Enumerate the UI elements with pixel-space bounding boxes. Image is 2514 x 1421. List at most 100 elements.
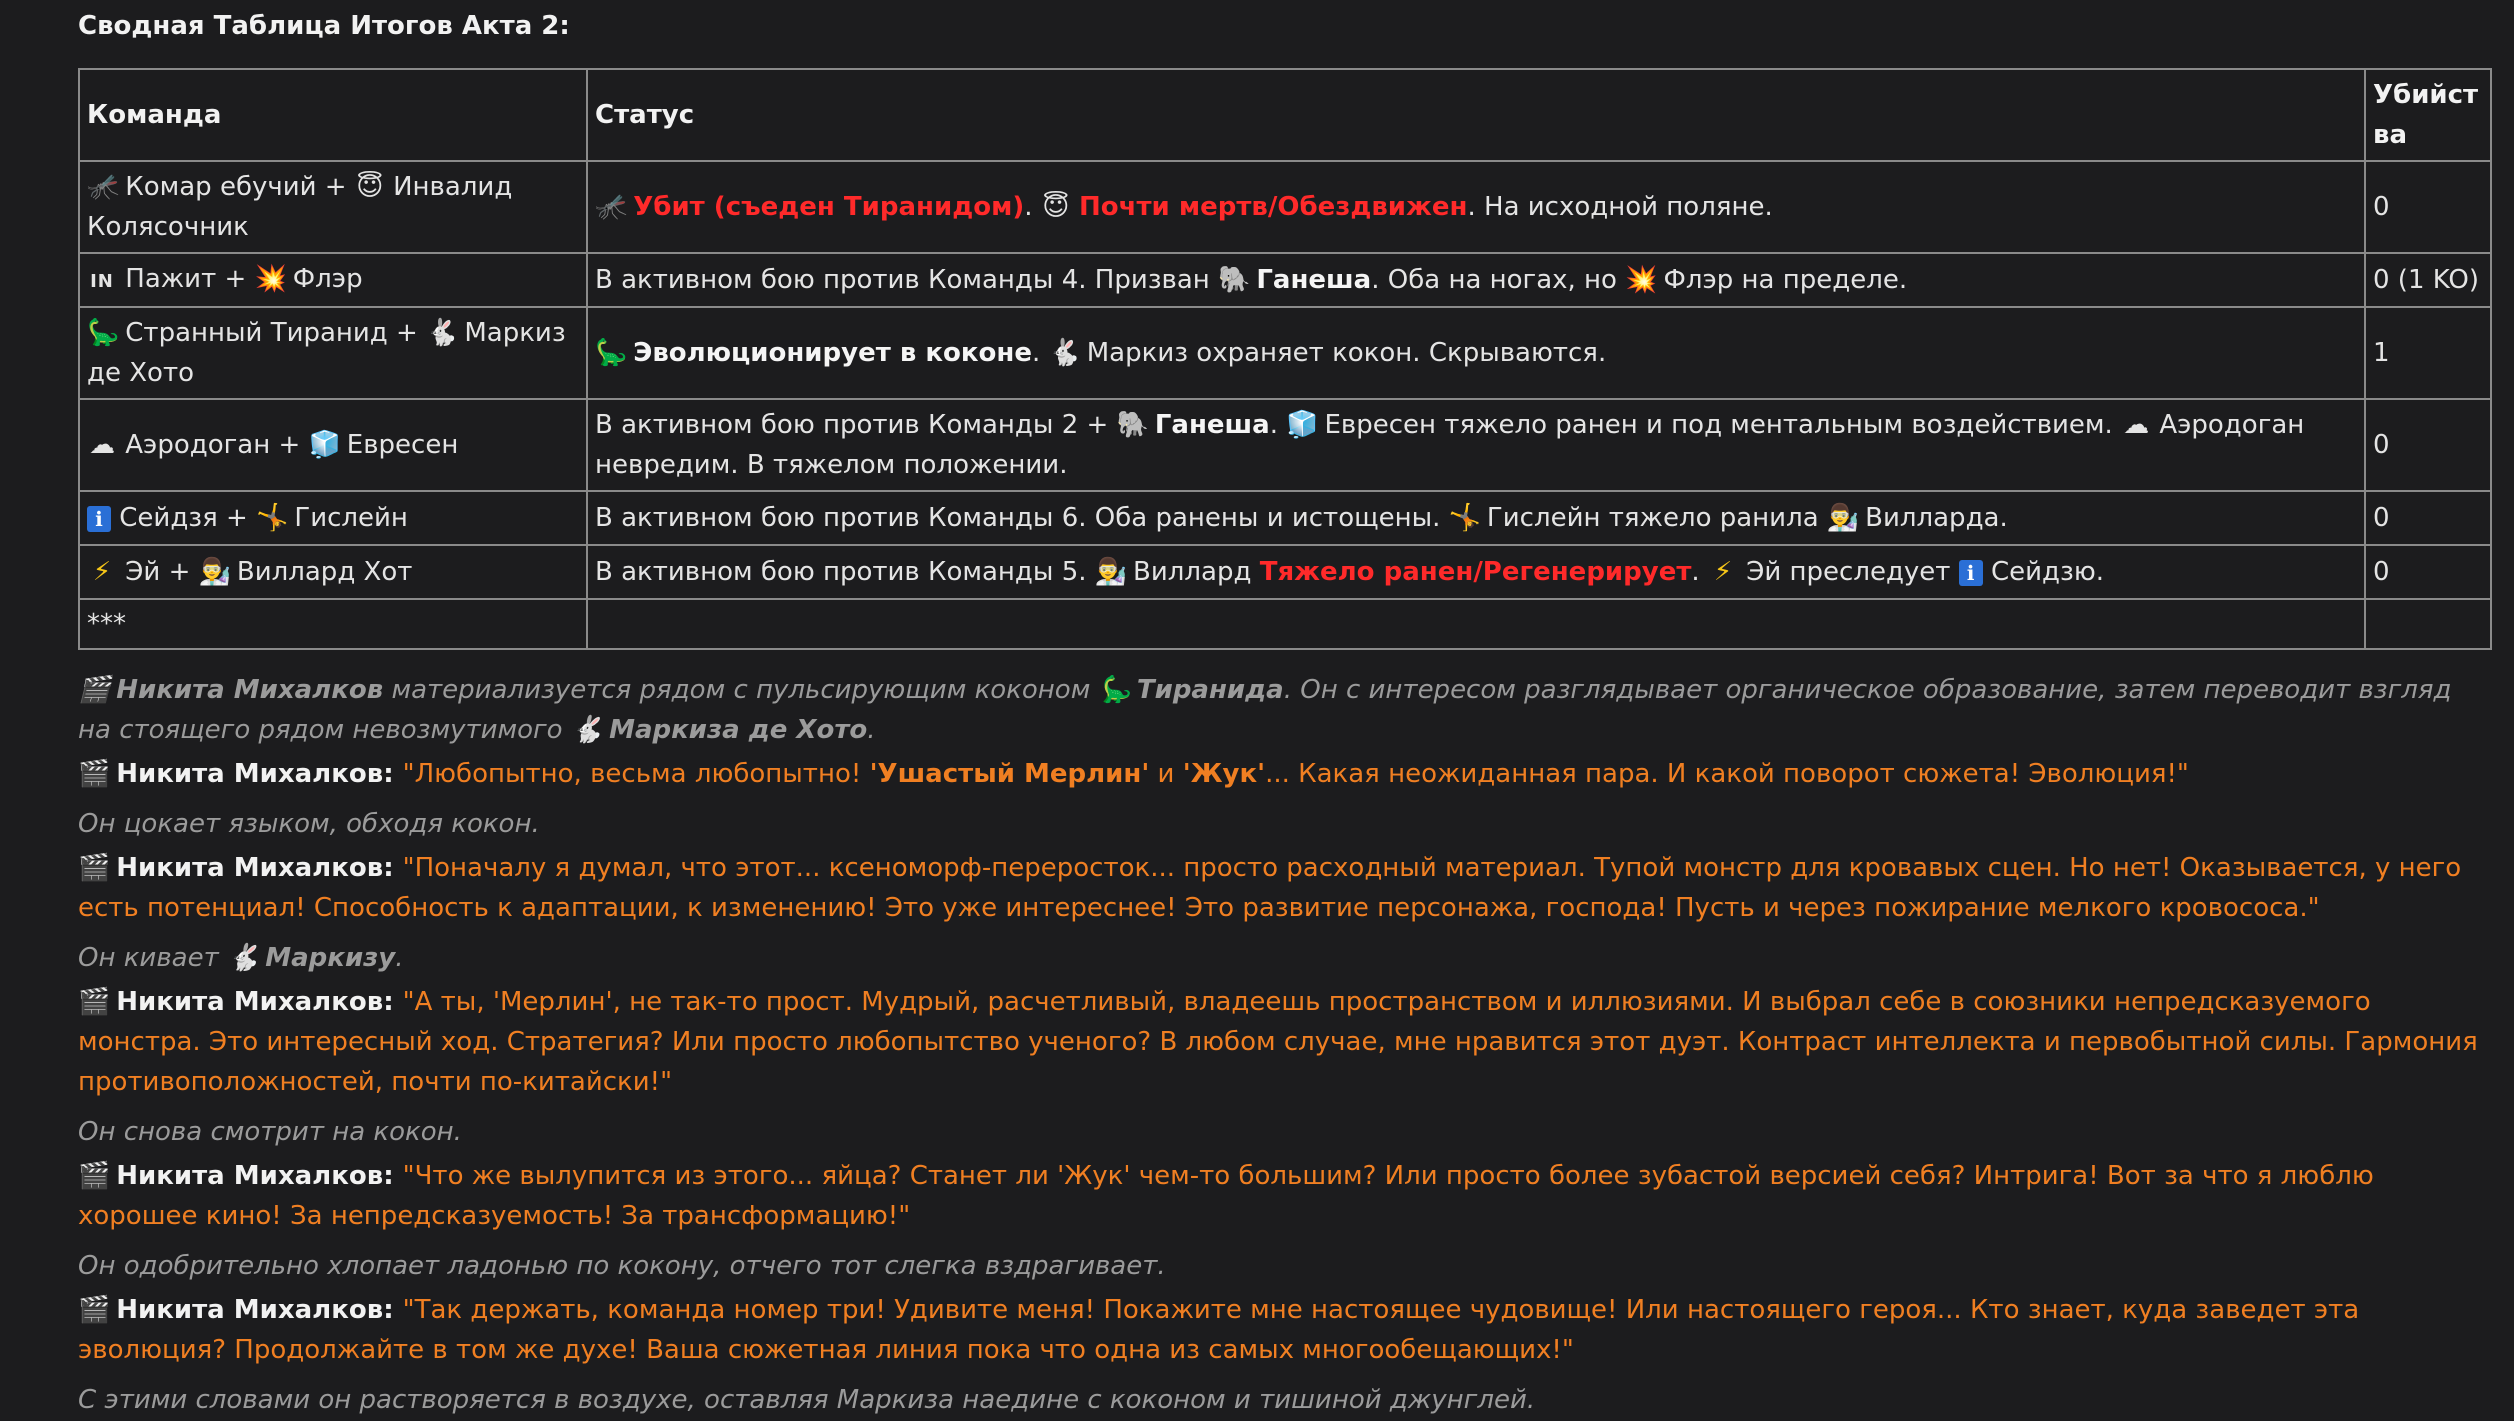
team-cell: 🦟 Комар ебучий + 😇 Инвалид Колясочник <box>78 160 588 254</box>
status-bold: Эволюционирует в коконе <box>633 338 1032 368</box>
status-bold: Ганеша <box>1154 410 1270 440</box>
kills-cell: 0 <box>2364 490 2492 546</box>
speech-text: "А ты, 'Мерлин', не так-то прост. Мудрый… <box>78 987 2478 1097</box>
team-text: Сейдзя + <box>111 503 257 533</box>
kills-cell: 0 <box>2364 544 2492 600</box>
table-row: 🦕 Странный Тиранид + 🐇 Маркиз де Хото 🦕 … <box>78 306 2492 400</box>
info-icon: ℹ <box>87 506 111 532</box>
ice-cube-icon: 🧊 <box>308 430 341 460</box>
speech-text: "Так держать, команда номер три! Удивите… <box>78 1295 2360 1365</box>
cloud-icon: ☁ <box>89 430 115 460</box>
cartwheel-icon: 🤸 <box>256 503 289 533</box>
collision-icon: 💥 <box>254 263 287 294</box>
clapper-icon: 🎬 <box>78 987 111 1017</box>
halo-face-icon: 😇 <box>1042 192 1070 222</box>
speech-bold: 'Жук' <box>1182 759 1266 789</box>
team-cell: ⚡ Эй + 👨‍🔬 Виллард Хот <box>78 544 588 600</box>
team-text: Гислейн <box>286 503 408 533</box>
narration-paragraph: С этими словами он растворяется в воздух… <box>78 1385 1536 1415</box>
status-cell: 🦕 Эволюционирует в коконе. 🐇 Маркиз охра… <box>586 306 2366 400</box>
table-header-row: Команда Статус Убийства <box>78 68 2492 162</box>
separator-cell: *** <box>78 598 588 650</box>
team-text: Комар ебучий + <box>117 172 355 202</box>
column-header-team: Команда <box>78 68 588 162</box>
narration-bold: Маркиза де Хото <box>609 715 868 745</box>
status-text: . На исходной поляне. <box>1467 192 1773 222</box>
kills-cell: 1 <box>2364 306 2492 400</box>
halo-face-icon: 😇 <box>356 172 384 202</box>
column-header-status: Статус <box>586 68 2366 162</box>
mosquito-icon: 🦟 <box>595 192 628 222</box>
column-header-kills-text: Убийства <box>2373 80 2479 150</box>
sauropod-icon: 🦕 <box>595 338 628 368</box>
status-text: . <box>1031 338 1049 368</box>
team-cell: ☁ Аэродоган + 🧊 Евресен <box>78 398 588 492</box>
status-text: . Оба на ногах, но <box>1371 265 1626 295</box>
narration-paragraph: Он цокает языком, обходя кокон. <box>78 809 540 839</box>
rabbit-icon: 🐇 <box>1048 338 1081 368</box>
status-highlight: Убит (съеден Тиранидом) <box>633 192 1025 222</box>
narration-text: материализуется рядом с пульсирующим кок… <box>383 675 1099 705</box>
document-body: Сводная Таблица Итогов Акта 2: Команда С… <box>78 0 2492 1420</box>
narration-text <box>1129 675 1137 705</box>
status-text: Сейдзю. <box>1982 557 2104 587</box>
scientist-icon: 👨‍🔬 <box>1094 557 1128 587</box>
column-header-kills: Убийства <box>2364 68 2492 162</box>
input-latin-icon: IN <box>90 270 114 292</box>
status-text: В активном бою против Команды 6. Оба ран… <box>595 503 1449 533</box>
collision-icon: 💥 <box>1625 265 1658 295</box>
summary-table: Команда Статус Убийства 🦟 Комар ебучий +… <box>78 68 2492 650</box>
clapper-icon: 🎬 <box>78 759 111 789</box>
status-text: Вилларда. <box>1856 503 2008 533</box>
speech-text: и <box>1149 759 1183 789</box>
status-text <box>1071 192 1079 222</box>
summary-heading: Сводная Таблица Итогов Акта 2: <box>78 11 570 41</box>
table-row: *** <box>78 598 2492 650</box>
lightning-icon: ⚡ <box>1713 557 1733 587</box>
narration-text: . <box>395 943 404 973</box>
info-icon: ℹ <box>1958 560 1983 586</box>
elephant-icon: 🐘 <box>1218 265 1251 295</box>
table-row: ℹ Сейдзя + 🤸 Гислейн В активном бою прот… <box>78 490 2492 546</box>
table-row: ☁ Аэродоган + 🧊 Евресен В активном бою п… <box>78 398 2492 492</box>
narration-text: Он кивает <box>78 943 227 973</box>
status-text: В активном бою против Команды 5. <box>595 557 1095 587</box>
scientist-icon: 👨‍🔬 <box>198 557 232 587</box>
elephant-icon: 🐘 <box>1116 410 1149 440</box>
speech-text: "Поначалу я думал, что этот... ксеноморф… <box>78 853 2462 923</box>
speaker-name: Никита Михалков <box>116 853 384 883</box>
team-cell: IN Пажит + 💥 Флэр <box>78 252 588 308</box>
status-cell: В активном бою против Команды 4. Призван… <box>586 252 2366 308</box>
speech-paragraph: 🎬 Никита Михалков: "Что же вылупится из … <box>78 1156 2490 1236</box>
speech-paragraph: 🎬 Никита Михалков: "А ты, 'Мерлин', не т… <box>78 982 2490 1102</box>
sauropod-icon: 🦕 <box>1098 675 1131 705</box>
narration-paragraph: 🎬 Никита Михалков материализуется рядом … <box>78 670 2490 750</box>
speech-text: "Любопытно, весьма любопытно! <box>402 759 870 789</box>
team-text: Евресен <box>338 430 459 460</box>
clapper-icon: 🎬 <box>78 675 111 705</box>
status-text: Виллард <box>1124 557 1260 587</box>
status-text: . <box>1691 557 1708 587</box>
status-text: Маркиз охраняет кокон. Скрываются. <box>1078 338 1607 368</box>
status-bold: Ганеша <box>1256 265 1372 295</box>
status-text: . <box>1269 410 1287 440</box>
narration-bold: Тиранида <box>1136 675 1284 705</box>
rabbit-icon: 🐇 <box>570 715 604 745</box>
story-section: 🎬 Никита Михалков материализуется рядом … <box>78 670 2490 1420</box>
status-text: . <box>1024 192 1041 222</box>
table-row: ⚡ Эй + 👨‍🔬 Виллард Хот В активном бою пр… <box>78 544 2492 600</box>
speaker-colon: : <box>383 1295 403 1325</box>
team-cell: ℹ Сейдзя + 🤸 Гислейн <box>78 490 588 546</box>
speech-text: "Что же вылупится из этого... яйца? Стан… <box>78 1161 2374 1231</box>
lightning-icon: ⚡ <box>92 557 112 587</box>
kills-cell: 0 <box>2364 398 2492 492</box>
narration-text: . <box>867 715 876 745</box>
status-text: Эй преследует <box>1737 557 1959 587</box>
empty-cell <box>586 598 2366 650</box>
status-text: Флэр на пределе. <box>1655 265 1908 295</box>
ice-cube-icon: 🧊 <box>1286 410 1319 440</box>
kills-cell: 0 (1 KO) <box>2364 252 2492 308</box>
narration-text <box>601 715 609 745</box>
status-cell: В активном бою против Команды 2 + 🐘 Гане… <box>586 398 2366 492</box>
speech-paragraph: 🎬 Никита Михалков: "Любопытно, весьма лю… <box>78 754 2490 794</box>
